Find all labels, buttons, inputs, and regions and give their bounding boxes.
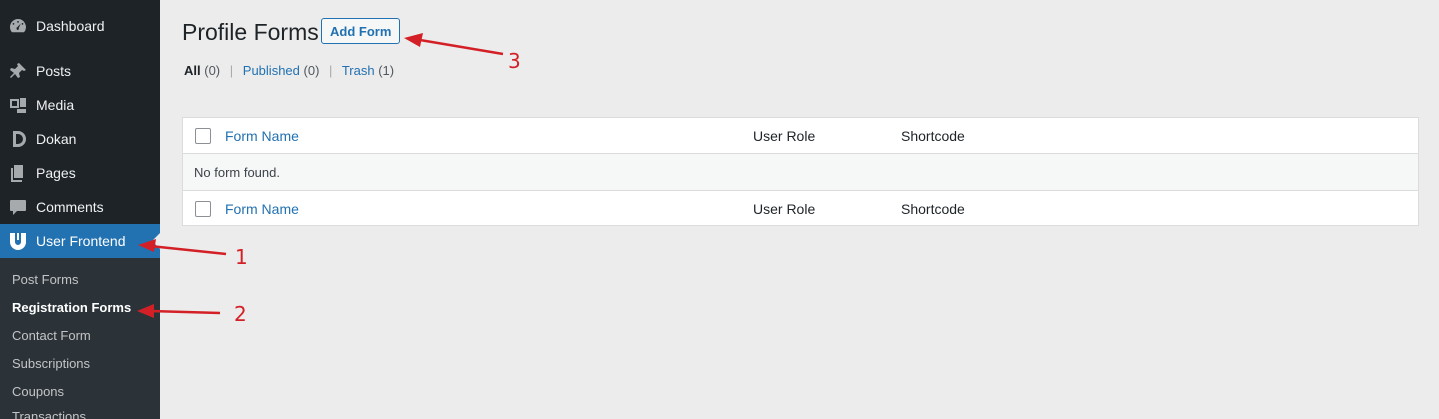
sidebar-item-label: Posts [36,63,72,79]
annotation-number-2: 2 [234,302,247,326]
user-frontend-icon [0,231,36,251]
filter-separator: | [329,63,333,78]
select-all-checkbox-footer[interactable] [195,200,211,217]
sidebar-item-label: Pages [36,165,76,181]
forms-table: Form Name User Role Shortcode No form fo… [182,117,1419,226]
filter-published-link[interactable]: Published [243,63,300,78]
sidebar-item-label: Dokan [36,131,77,147]
column-header-user-role: User Role [753,127,816,144]
annotation-arrow-2 [149,309,221,315]
sidebar-item-dashboard[interactable]: Dashboard [0,9,160,43]
sidebar-item-label: Media [36,97,75,113]
table-footer-row: Form Name User Role Shortcode [183,190,1418,226]
submenu-item-post-forms[interactable]: Post Forms [12,272,78,287]
sidebar-item-label: User Frontend [36,233,126,249]
annotation-arrow-1 [149,244,227,256]
column-header-shortcode: Shortcode [901,127,965,144]
add-form-button[interactable]: Add Form [321,18,401,44]
annotation-arrowhead-3 [404,33,423,47]
submenu-item-contact-form[interactable]: Contact Form [12,328,91,343]
select-all-checkbox[interactable] [195,127,211,144]
column-footer-form-name[interactable]: Form Name [225,201,299,217]
submenu-item-coupons[interactable]: Coupons [12,384,64,399]
media-icon [0,95,36,115]
filter-all-link[interactable]: All [184,63,201,78]
dokan-icon [0,129,36,149]
column-footer-shortcode: Shortcode [901,200,965,217]
admin-sidebar: Dashboard Posts Media Dokan Pages Commen… [0,0,160,419]
pages-icon [0,163,36,183]
page-title: Profile Forms [182,19,319,45]
filter-trash-link[interactable]: Trash [342,63,375,78]
sidebar-item-posts[interactable]: Posts [0,54,160,88]
annotation-arrow-3 [419,38,504,56]
submenu-item-registration-forms[interactable]: Registration Forms [12,300,131,315]
comment-icon [0,197,36,217]
annotation-number-1: 1 [235,245,248,269]
empty-table-message: No form found. [183,154,1418,190]
annotation-number-3: 3 [508,49,521,73]
filter-published-count: (0) [303,63,320,78]
pin-icon [0,61,36,81]
sidebar-item-label: Dashboard [36,18,105,34]
submenu-item-transactions[interactable]: Transactions [12,409,86,419]
sidebar-item-comments[interactable]: Comments [0,190,160,224]
filter-trash-count: (1) [378,63,395,78]
status-filters: All (0) | Published (0) | Trash (1) [184,63,394,78]
sidebar-item-media[interactable]: Media [0,88,160,122]
filter-separator: | [229,63,234,78]
filter-all-count: (0) [204,63,221,78]
sidebar-item-pages[interactable]: Pages [0,156,160,190]
table-header-row: Form Name User Role Shortcode [183,118,1418,154]
column-header-form-name[interactable]: Form Name [225,128,299,144]
submenu-item-subscriptions[interactable]: Subscriptions [12,356,90,371]
sidebar-item-label: Comments [36,199,104,215]
sidebar-item-dokan[interactable]: Dokan [0,122,160,156]
sidebar-item-user-frontend[interactable]: User Frontend [0,224,160,258]
column-footer-user-role: User Role [753,200,816,217]
user-frontend-submenu: Post Forms Registration Forms Contact Fo… [0,258,160,419]
dashboard-icon [0,16,36,36]
